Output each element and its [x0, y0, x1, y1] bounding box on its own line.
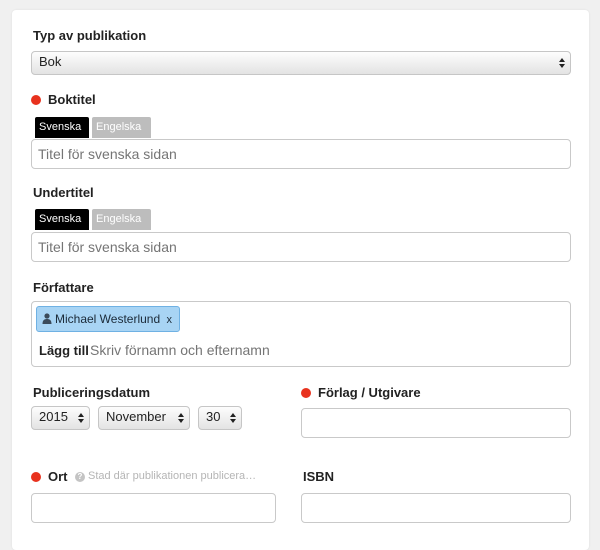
- publication-type-select[interactable]: Bok: [31, 51, 571, 75]
- select-arrows-icon: [558, 52, 566, 74]
- subtitle-tab-english[interactable]: Engelska: [92, 209, 151, 230]
- day-select[interactable]: 30: [198, 406, 242, 430]
- person-icon: [42, 313, 52, 324]
- publication-date-label: Publiceringsdatum: [33, 385, 151, 400]
- required-dot-icon: [301, 388, 311, 398]
- day-value: 30: [206, 409, 221, 424]
- authors-add-label: Lägg till: [39, 343, 89, 358]
- required-dot-icon: [31, 472, 41, 482]
- select-arrows-icon: [177, 407, 185, 429]
- authors-label: Författare: [33, 280, 94, 295]
- month-select[interactable]: November: [98, 406, 190, 430]
- place-helper-text: Stad där publikationen publicera…: [88, 470, 257, 482]
- book-title-input[interactable]: [31, 139, 571, 169]
- select-arrows-icon: [77, 407, 85, 429]
- place-label: Ort: [31, 469, 68, 484]
- subtitle-label: Undertitel: [33, 185, 94, 200]
- publisher-label: Förlag / Utgivare: [301, 385, 421, 400]
- year-select[interactable]: 2015: [31, 406, 90, 430]
- question-icon: ?: [75, 472, 85, 482]
- author-chip-remove-icon[interactable]: x: [167, 314, 173, 326]
- authors-add-input[interactable]: [90, 339, 560, 361]
- required-dot-icon: [31, 95, 41, 105]
- isbn-input[interactable]: [301, 493, 571, 523]
- book-title-label-text: Boktitel: [48, 92, 96, 107]
- book-title-tab-english[interactable]: Engelska: [92, 117, 151, 138]
- place-label-text: Ort: [48, 469, 68, 484]
- subtitle-tab-swedish[interactable]: Svenska: [35, 209, 89, 230]
- subtitle-input[interactable]: [31, 232, 571, 262]
- publication-type-label: Typ av publikation: [33, 28, 147, 43]
- year-value: 2015: [39, 409, 68, 424]
- author-chip[interactable]: Michael Westerlund x: [36, 306, 180, 332]
- place-helper: ? Stad där publikationen publicera…: [75, 470, 256, 482]
- place-input[interactable]: [31, 493, 276, 523]
- select-arrows-icon: [229, 407, 237, 429]
- month-value: November: [106, 409, 166, 424]
- publication-type-value: Bok: [39, 54, 62, 69]
- book-title-label: Boktitel: [31, 92, 96, 107]
- publisher-label-text: Förlag / Utgivare: [318, 385, 421, 400]
- author-chip-name: Michael Westerlund: [55, 312, 161, 326]
- authors-box[interactable]: Michael Westerlund x Lägg till: [31, 301, 571, 367]
- book-title-tab-swedish[interactable]: Svenska: [35, 117, 89, 138]
- publisher-input[interactable]: [301, 408, 571, 438]
- isbn-label: ISBN: [303, 469, 335, 484]
- publication-form-card: Typ av publikation Bok Boktitel Svenska …: [12, 10, 589, 550]
